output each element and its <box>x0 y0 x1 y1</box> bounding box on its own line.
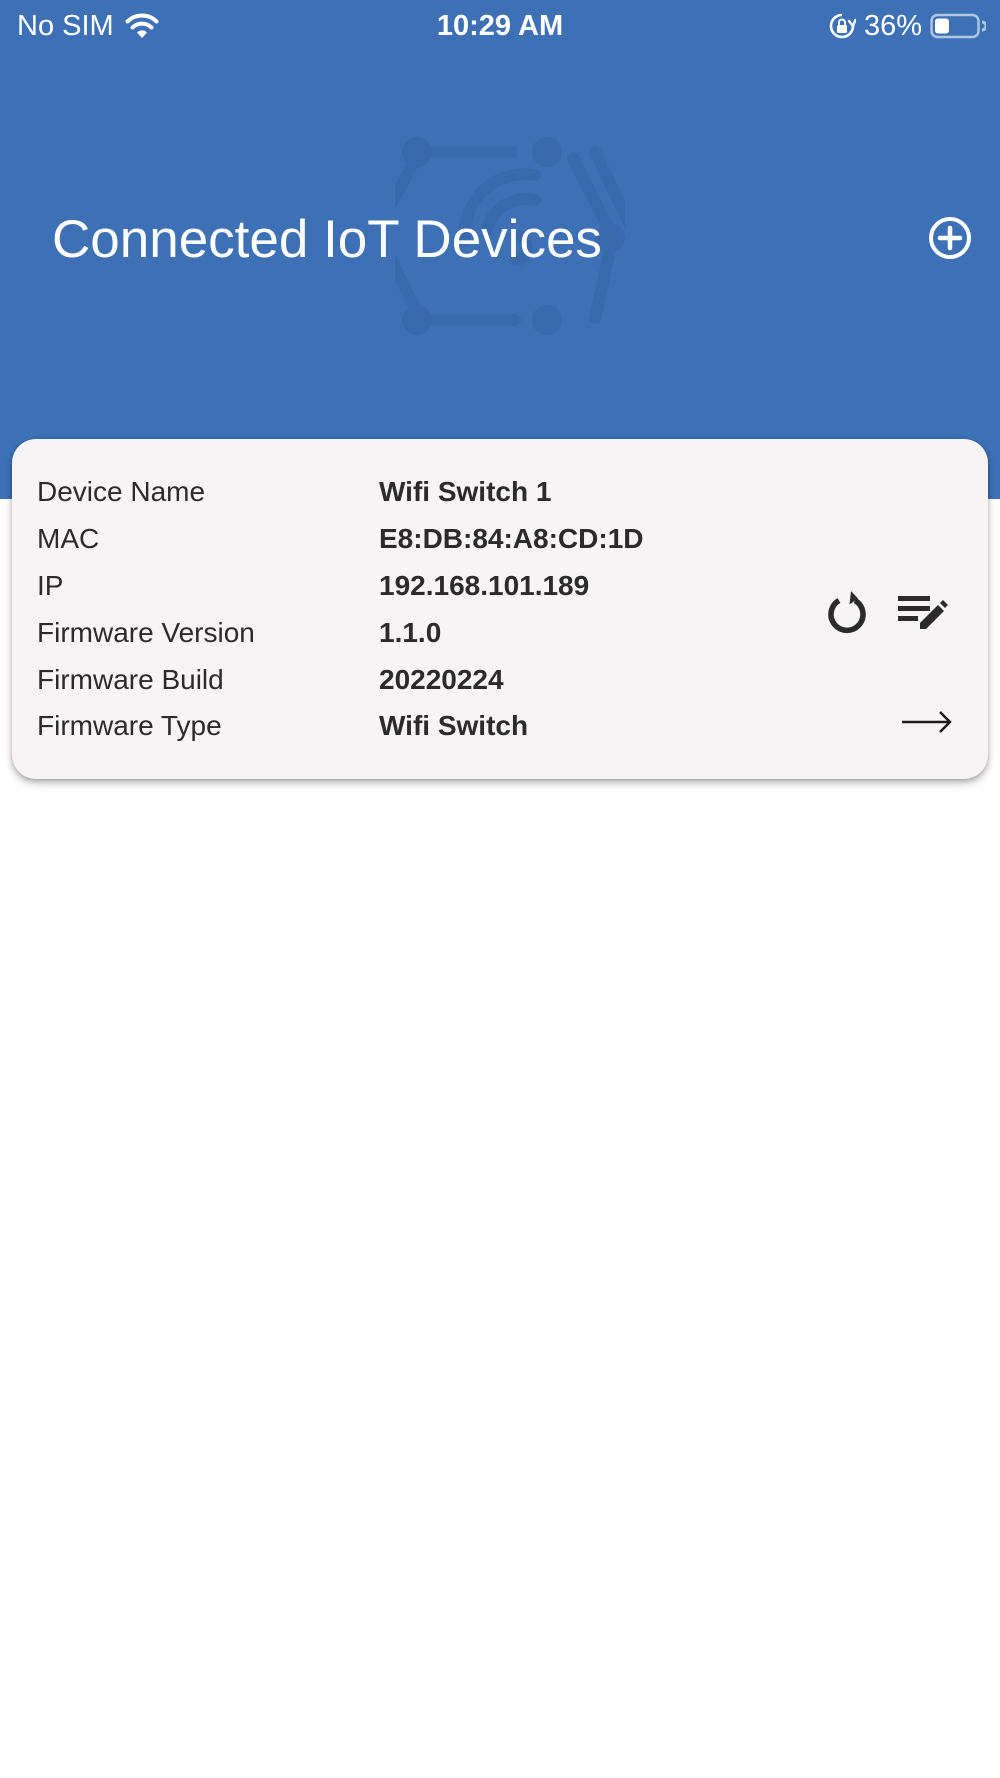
info-value: 1.1.0 <box>379 616 442 648</box>
firmware-build-row: Firmware Build 20220224 <box>37 656 687 703</box>
status-bar: No SIM 10:29 AM 36% <box>0 0 1000 50</box>
info-label: Firmware Build <box>37 663 224 695</box>
header-banner: No SIM 10:29 AM 36% Connected IoT Device… <box>0 0 1000 499</box>
info-label: Firmware Type <box>37 710 222 742</box>
firmware-version-row: Firmware Version 1.1.0 <box>37 609 687 656</box>
info-label: IP <box>37 569 64 601</box>
info-label: MAC <box>37 523 100 555</box>
info-label: Device Name <box>37 476 206 508</box>
device-card[interactable]: Device Name Wifi Switch 1 MAC E8:DB:84:A… <box>12 439 988 779</box>
add-device-button[interactable] <box>926 214 974 262</box>
orientation-lock-icon <box>828 12 856 40</box>
device-name-row: Device Name Wifi Switch 1 <box>37 469 687 516</box>
device-info-list: Device Name Wifi Switch 1 MAC E8:DB:84:A… <box>37 469 687 750</box>
info-label: Firmware Version <box>37 616 255 648</box>
arrow-right-icon[interactable] <box>888 702 954 742</box>
firmware-type-row: Firmware Type Wifi Switch <box>37 703 687 750</box>
status-time: 10:29 AM <box>436 10 564 42</box>
info-value: Wifi Switch <box>379 710 529 742</box>
page-title: Connected IoT Devices <box>52 210 602 269</box>
refresh-icon[interactable] <box>822 588 872 638</box>
mac-row: MAC E8:DB:84:A8:CD:1D <box>37 516 687 563</box>
info-value: 192.168.101.189 <box>379 569 590 601</box>
battery-percent: 36% <box>863 9 922 42</box>
edit-list-icon[interactable] <box>896 588 948 638</box>
info-value: 20220224 <box>379 663 504 695</box>
info-value: Wifi Switch 1 <box>379 476 552 508</box>
info-value: E8:DB:84:A8:CD:1D <box>379 523 644 555</box>
status-right: 36% <box>828 8 986 44</box>
battery-icon <box>930 12 986 40</box>
ip-row: IP 192.168.101.189 <box>37 563 687 610</box>
plus-circle-icon[interactable] <box>926 214 974 262</box>
